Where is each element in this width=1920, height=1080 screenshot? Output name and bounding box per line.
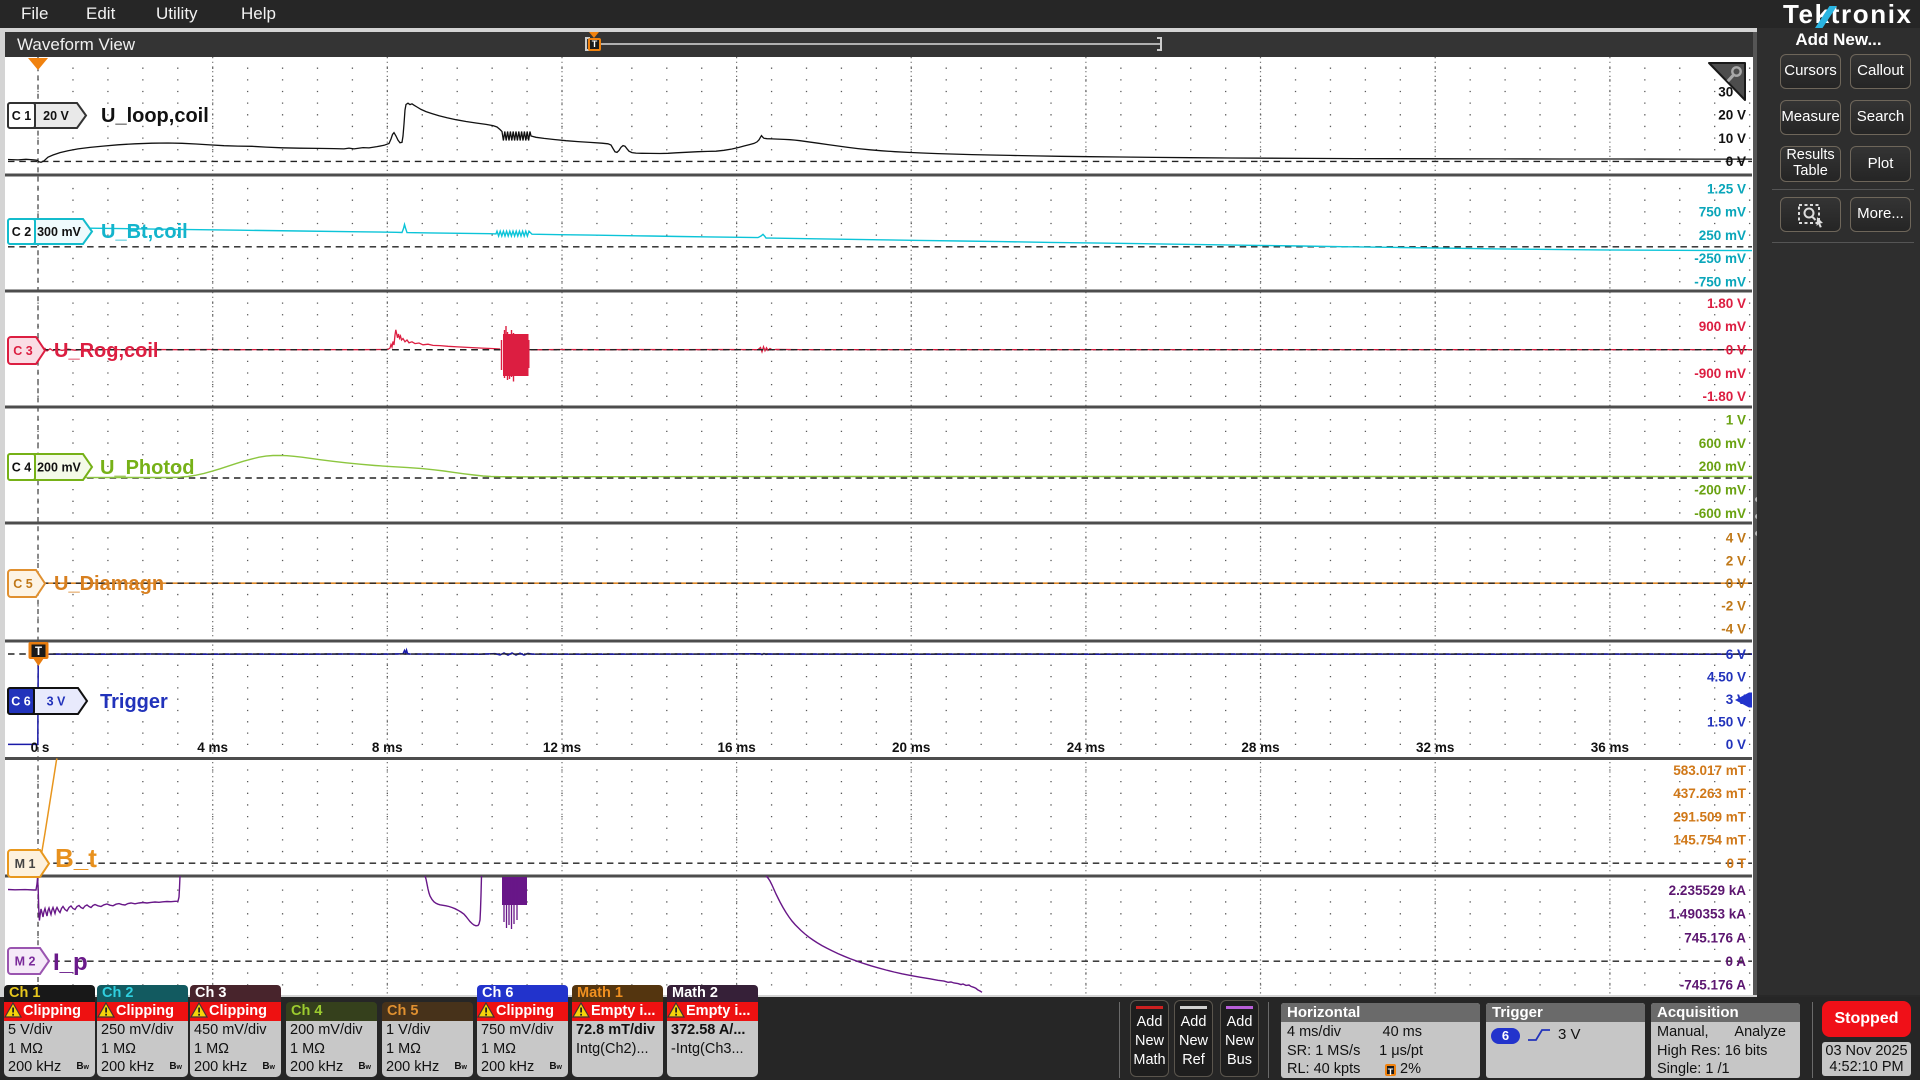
svg-text:-200 mV: -200 mV xyxy=(1694,483,1746,498)
svg-text:C 6: C 6 xyxy=(11,695,31,709)
svg-text:3 V: 3 V xyxy=(47,695,66,709)
svg-text:-900 mV: -900 mV xyxy=(1694,366,1746,381)
svg-text:28 ms: 28 ms xyxy=(1241,740,1279,755)
svg-text:1 V: 1 V xyxy=(1726,413,1746,428)
svg-text:1.490353 kA: 1.490353 kA xyxy=(1669,907,1747,922)
svg-text:1.25 V: 1.25 V xyxy=(1707,181,1746,196)
svg-text:M 1: M 1 xyxy=(15,857,36,871)
svg-text:-250 mV: -250 mV xyxy=(1694,251,1746,266)
svg-text:200 mV: 200 mV xyxy=(37,461,81,475)
svg-text:600 mV: 600 mV xyxy=(1699,436,1746,451)
svg-text:-1.80 V: -1.80 V xyxy=(1702,389,1746,404)
svg-text:0 V: 0 V xyxy=(1726,576,1746,591)
svg-text:250 mV: 250 mV xyxy=(1699,228,1746,243)
svg-text:200 mV: 200 mV xyxy=(1699,459,1746,474)
svg-text:16 ms: 16 ms xyxy=(717,740,755,755)
svg-text:4 ms: 4 ms xyxy=(197,740,228,755)
svg-text:20 ms: 20 ms xyxy=(892,740,930,755)
svg-text:U_loop,coil: U_loop,coil xyxy=(101,105,209,127)
svg-text:583.017 mT: 583.017 mT xyxy=(1673,763,1747,778)
svg-text:0 A: 0 A xyxy=(1725,954,1746,969)
svg-text:U_Diamagn: U_Diamagn xyxy=(54,573,164,595)
svg-text:Trigger: Trigger xyxy=(100,691,168,713)
svg-text:C 5: C 5 xyxy=(13,577,33,591)
svg-text:B_t: B_t xyxy=(55,843,97,873)
svg-text:T: T xyxy=(35,646,42,658)
svg-text:U_Photod: U_Photod xyxy=(100,457,194,479)
svg-text:20 V: 20 V xyxy=(1718,108,1746,123)
svg-text:C 3: C 3 xyxy=(13,344,33,358)
svg-text:750 mV: 750 mV xyxy=(1699,205,1746,220)
svg-text:300 mV: 300 mV xyxy=(37,225,81,239)
svg-text:0 T: 0 T xyxy=(1726,856,1746,871)
svg-text:36 ms: 36 ms xyxy=(1591,740,1629,755)
svg-text:-600 mV: -600 mV xyxy=(1694,506,1746,521)
svg-text:1.80 V: 1.80 V xyxy=(1707,296,1746,311)
svg-text:1.50 V: 1.50 V xyxy=(1707,715,1746,730)
svg-text:-2 V: -2 V xyxy=(1721,599,1746,614)
svg-text:2.235529 kA: 2.235529 kA xyxy=(1669,883,1747,898)
svg-text:I_p: I_p xyxy=(53,949,88,976)
svg-text:-745.176 A: -745.176 A xyxy=(1680,978,1747,993)
svg-text:2 V: 2 V xyxy=(1726,553,1746,568)
svg-text:M 2: M 2 xyxy=(15,955,36,969)
svg-text:0 V: 0 V xyxy=(1726,737,1746,752)
svg-text:U_Rog,coil: U_Rog,coil xyxy=(54,340,158,362)
svg-text:291.509 mT: 291.509 mT xyxy=(1673,809,1747,824)
svg-text:437.263 mT: 437.263 mT xyxy=(1673,786,1747,801)
svg-text:20 V: 20 V xyxy=(43,109,69,123)
svg-text:10 V: 10 V xyxy=(1718,131,1746,146)
svg-text:145.754 mT: 145.754 mT xyxy=(1673,833,1747,848)
svg-text:4 V: 4 V xyxy=(1726,531,1746,546)
svg-text:8 ms: 8 ms xyxy=(372,740,403,755)
svg-text:4.50 V: 4.50 V xyxy=(1707,669,1746,684)
svg-text:-4 V: -4 V xyxy=(1721,621,1746,636)
svg-text:C 4: C 4 xyxy=(12,461,32,475)
svg-text:6 V: 6 V xyxy=(1726,647,1746,662)
svg-text:32 ms: 32 ms xyxy=(1416,740,1454,755)
svg-text:C 1: C 1 xyxy=(12,109,32,123)
svg-text:C 2: C 2 xyxy=(12,225,32,239)
svg-text:U_Bt,coil: U_Bt,coil xyxy=(101,221,188,243)
svg-text:Tektronix: Tektronix xyxy=(1783,0,1912,29)
svg-text:0 V: 0 V xyxy=(1726,154,1746,169)
svg-text:12 ms: 12 ms xyxy=(543,740,581,755)
svg-text:745.176 A: 745.176 A xyxy=(1684,930,1746,945)
svg-text:0 s: 0 s xyxy=(31,740,50,755)
svg-text:24 ms: 24 ms xyxy=(1067,740,1105,755)
svg-text:900 mV: 900 mV xyxy=(1699,319,1746,334)
svg-text:-750 mV: -750 mV xyxy=(1694,275,1746,290)
svg-text:0 V: 0 V xyxy=(1726,343,1746,358)
